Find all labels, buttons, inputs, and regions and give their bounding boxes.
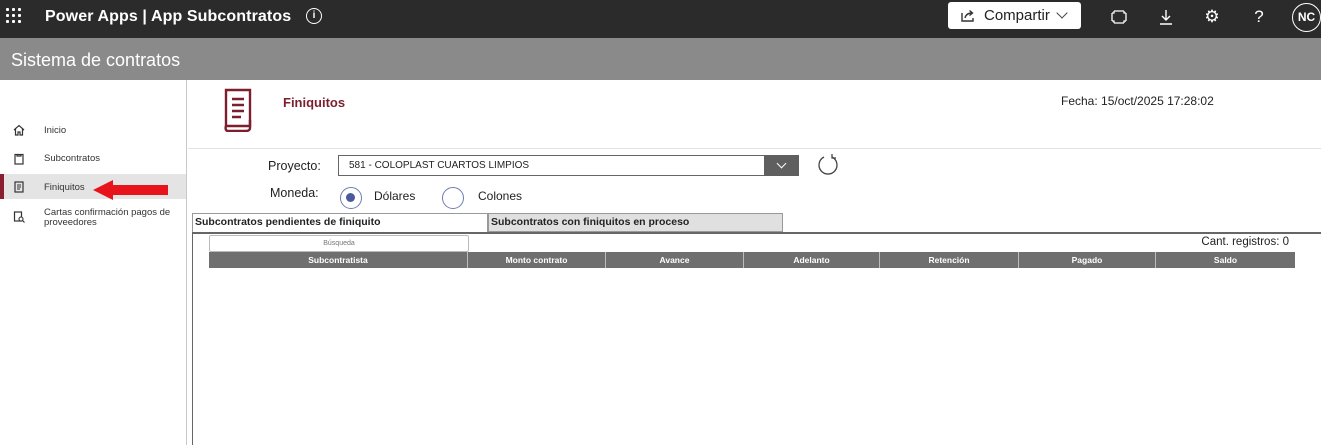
avatar[interactable]: NC xyxy=(1292,3,1321,32)
sidebar-item-subcontratos[interactable]: Subcontratos xyxy=(0,151,186,169)
column-header[interactable]: Avance xyxy=(606,252,744,268)
share-button[interactable]: Compartir xyxy=(948,2,1081,29)
radio-colones-label: Colones xyxy=(478,189,523,203)
sidebar-item-label: Inicio xyxy=(44,125,67,136)
refresh-icon[interactable] xyxy=(816,153,840,177)
chevron-down-icon xyxy=(776,158,787,169)
column-header[interactable]: Monto contrato xyxy=(468,252,606,268)
radio-dolares[interactable] xyxy=(340,187,362,209)
page-title: Finiquitos xyxy=(283,95,346,110)
chevron-down-icon xyxy=(1056,7,1068,19)
home-icon xyxy=(13,124,25,136)
share-icon xyxy=(961,9,974,22)
radio-dolares-label: Dólares xyxy=(374,189,416,203)
dropdown-button[interactable] xyxy=(764,155,799,176)
invoice-icon xyxy=(224,88,252,132)
active-indicator xyxy=(0,174,4,199)
column-header[interactable]: Retención xyxy=(880,252,1019,268)
app-header: Sistema de contratos xyxy=(0,38,1321,80)
waffle-icon[interactable] xyxy=(6,8,22,24)
top-bar: Power Apps | App Subcontratos i Comparti… xyxy=(0,0,1321,38)
annotation-arrow-icon xyxy=(93,180,168,200)
column-header[interactable]: Adelanto xyxy=(744,252,880,268)
help-icon[interactable]: ? xyxy=(1250,7,1268,26)
radio-colones[interactable] xyxy=(442,187,464,209)
project-label: Proyecto: xyxy=(268,159,321,173)
main-content: Finiquitos Fecha: 15/oct/2025 17:28:02 P… xyxy=(188,80,1321,445)
fit-screen-icon[interactable] xyxy=(1110,8,1128,26)
sidebar-item-label-multiline: Cartas confirmación pagos de proveedores xyxy=(44,208,170,228)
tab-pendientes[interactable]: Subcontratos pendientes de finiquito xyxy=(192,213,488,232)
tab-panel: Búsqueda Cant. registros: 0 Subcontratis… xyxy=(192,232,1321,445)
currency-label: Moneda: xyxy=(270,186,319,200)
project-dropdown[interactable]: 581 - COLOPLAST CUARTOS LIMPIOS xyxy=(338,155,799,176)
sidebar-item-label: Subcontratos xyxy=(44,153,100,164)
search-input[interactable]: Búsqueda xyxy=(209,235,469,252)
table-header: Subcontratista Monto contrato Avance Ade… xyxy=(209,252,1295,268)
sidebar-item-label-line2: proveedores xyxy=(44,217,97,228)
column-header[interactable]: Subcontratista xyxy=(209,252,468,268)
document-icon xyxy=(14,181,24,193)
sidebar: Inicio Subcontratos Finiquitos Cartas co… xyxy=(0,80,187,445)
sidebar-item-cartas[interactable]: Cartas confirmación pagos de proveedores xyxy=(0,207,186,231)
settings-icon[interactable]: ⚙ xyxy=(1203,7,1221,26)
date-label: Fecha: 15/oct/2025 17:28:02 xyxy=(1061,94,1214,108)
sidebar-item-inicio[interactable]: Inicio xyxy=(0,122,186,140)
project-value: 581 - COLOPLAST CUARTOS LIMPIOS xyxy=(349,160,530,171)
tab-en-proceso[interactable]: Subcontratos con finiquitos en proceso xyxy=(488,213,783,232)
download-icon[interactable] xyxy=(1157,8,1175,26)
document-search-icon xyxy=(13,211,25,223)
share-label: Compartir xyxy=(984,7,1050,24)
column-header[interactable]: Pagado xyxy=(1019,252,1156,268)
column-header[interactable]: Saldo xyxy=(1156,252,1295,268)
clipboard-icon xyxy=(14,153,24,165)
app-title: Power Apps | App Subcontratos xyxy=(45,8,292,25)
record-count: Cant. registros: 0 xyxy=(1201,236,1289,248)
sidebar-item-label: Finiquitos xyxy=(44,182,85,193)
divider xyxy=(188,148,1321,149)
info-icon[interactable]: i xyxy=(306,8,322,24)
